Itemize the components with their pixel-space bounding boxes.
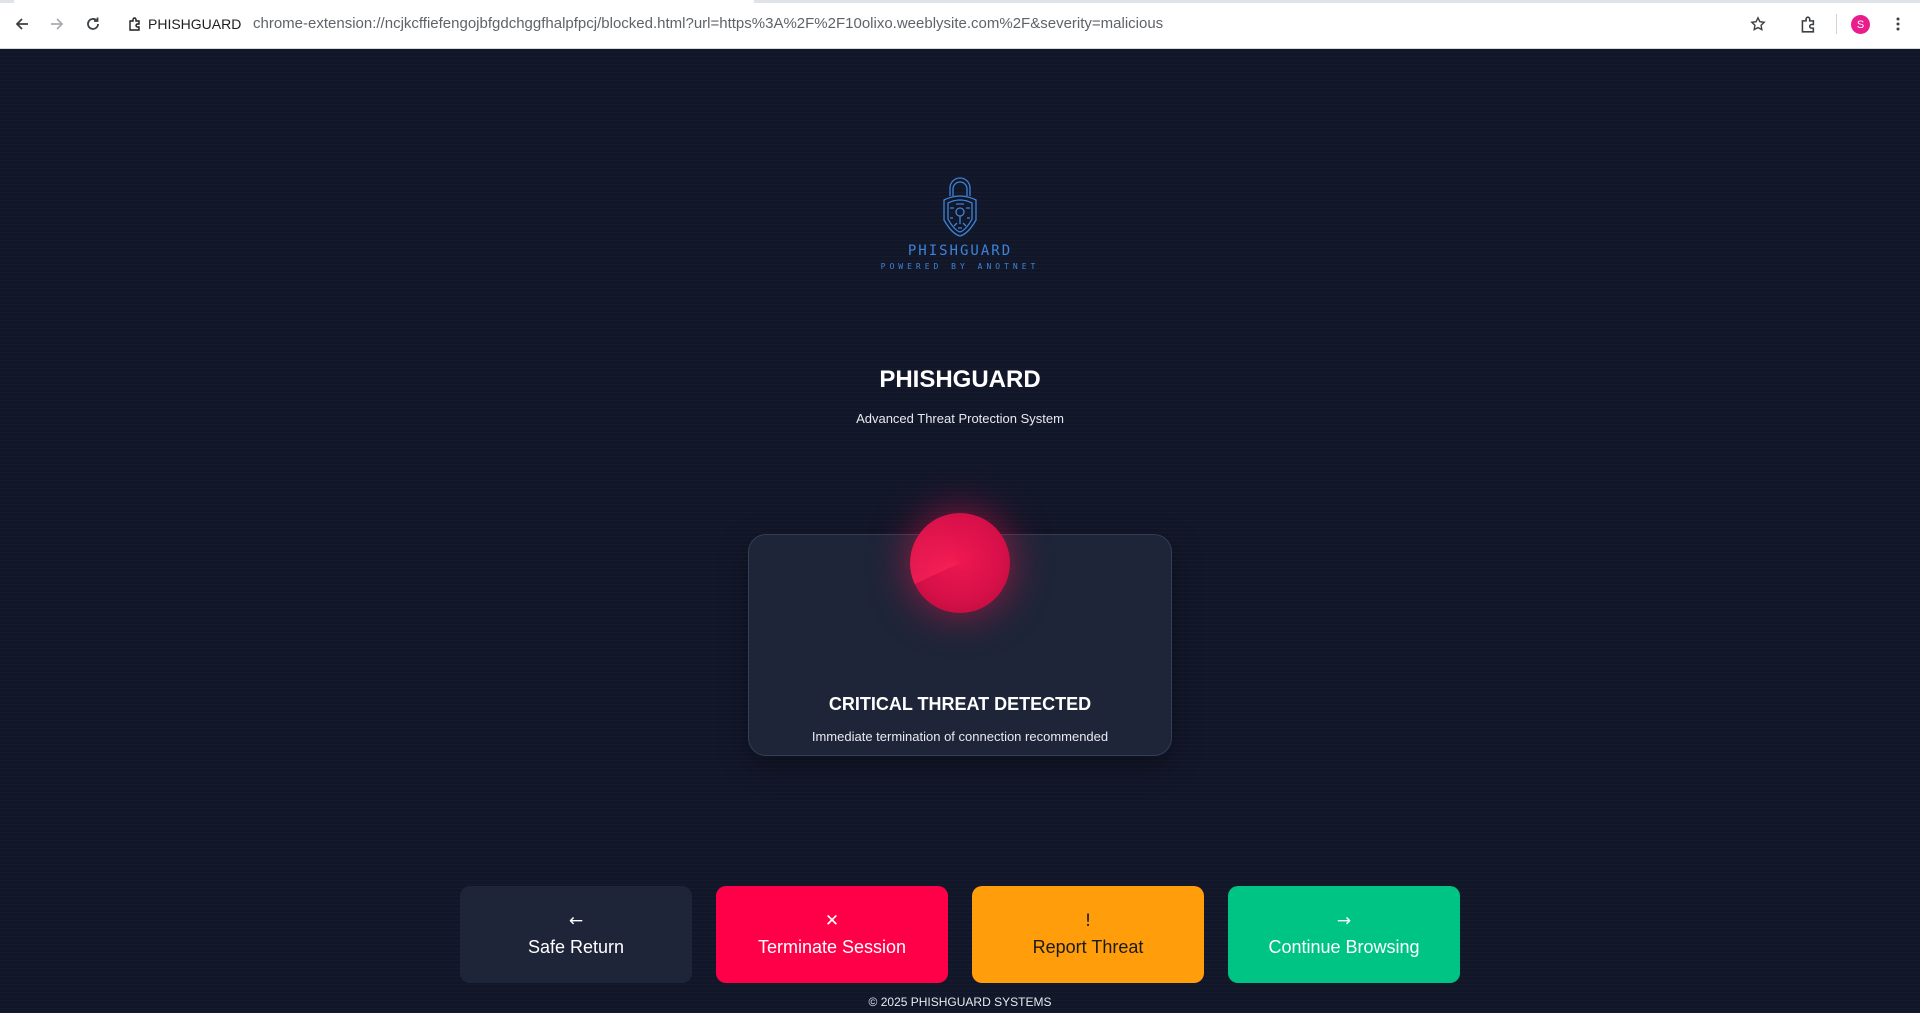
threat-indicator-orb (910, 513, 1010, 613)
continue-browsing-button[interactable]: → Continue Browsing (1228, 886, 1460, 983)
site-chip-label: PHISHGUARD (148, 16, 242, 32)
page-subtitle: Advanced Threat Protection System (856, 411, 1064, 426)
threat-title: CRITICAL THREAT DETECTED (828, 694, 1092, 714)
left-arrow-icon: ← (568, 911, 584, 931)
right-arrow-icon: → (1336, 911, 1352, 931)
page-title: PHISHGUARD (879, 366, 1041, 393)
safe-return-label: Safe Return (527, 937, 625, 957)
profile-avatar[interactable]: S (1851, 15, 1870, 34)
report-threat-button[interactable]: ! Report Threat (972, 886, 1204, 983)
reload-icon[interactable] (81, 12, 105, 36)
browser-toolbar: PHISHGUARD chrome-extension://ncjkcffief… (0, 0, 1920, 49)
terminate-session-label: Terminate Session (757, 937, 907, 957)
report-threat-label: Report Threat (1032, 937, 1144, 957)
action-buttons: ← Safe Return ✕ Terminate Session ! Repo… (460, 886, 1460, 983)
padlock-logo-icon (943, 177, 977, 237)
kebab-menu-icon[interactable] (1886, 12, 1910, 36)
active-tab-indicator (14, 0, 754, 3)
phishguard-logo: PHISHGUARD POWERED BY ANOTNET (870, 170, 1050, 280)
radar-sweep (910, 513, 1010, 613)
back-arrow-icon[interactable] (10, 12, 34, 36)
safe-return-button[interactable]: ← Safe Return (460, 886, 692, 983)
address-bar[interactable]: chrome-extension://ncjkcffiefengojbfgdch… (253, 15, 1163, 32)
exclamation-icon: ! (1084, 911, 1092, 931)
forward-arrow-icon[interactable] (45, 12, 69, 36)
logo-name: PHISHGUARD (907, 243, 1013, 259)
close-icon: ✕ (824, 911, 840, 931)
logo-tagline: POWERED BY ANOTNET (880, 262, 1040, 271)
footer-copyright: © 2025 PHISHGUARD SYSTEMS (868, 995, 1052, 1009)
site-info-chip[interactable]: PHISHGUARD (128, 13, 241, 35)
extensions-puzzle-icon[interactable] (1796, 12, 1820, 36)
threat-description: Immediate termination of connection reco… (811, 729, 1109, 744)
star-icon[interactable] (1746, 12, 1770, 36)
terminate-session-button[interactable]: ✕ Terminate Session (716, 886, 948, 983)
puzzle-icon (129, 17, 140, 31)
continue-browsing-label: Continue Browsing (1268, 937, 1420, 957)
tab-strip (0, 0, 1920, 3)
toolbar-divider (1836, 14, 1837, 34)
